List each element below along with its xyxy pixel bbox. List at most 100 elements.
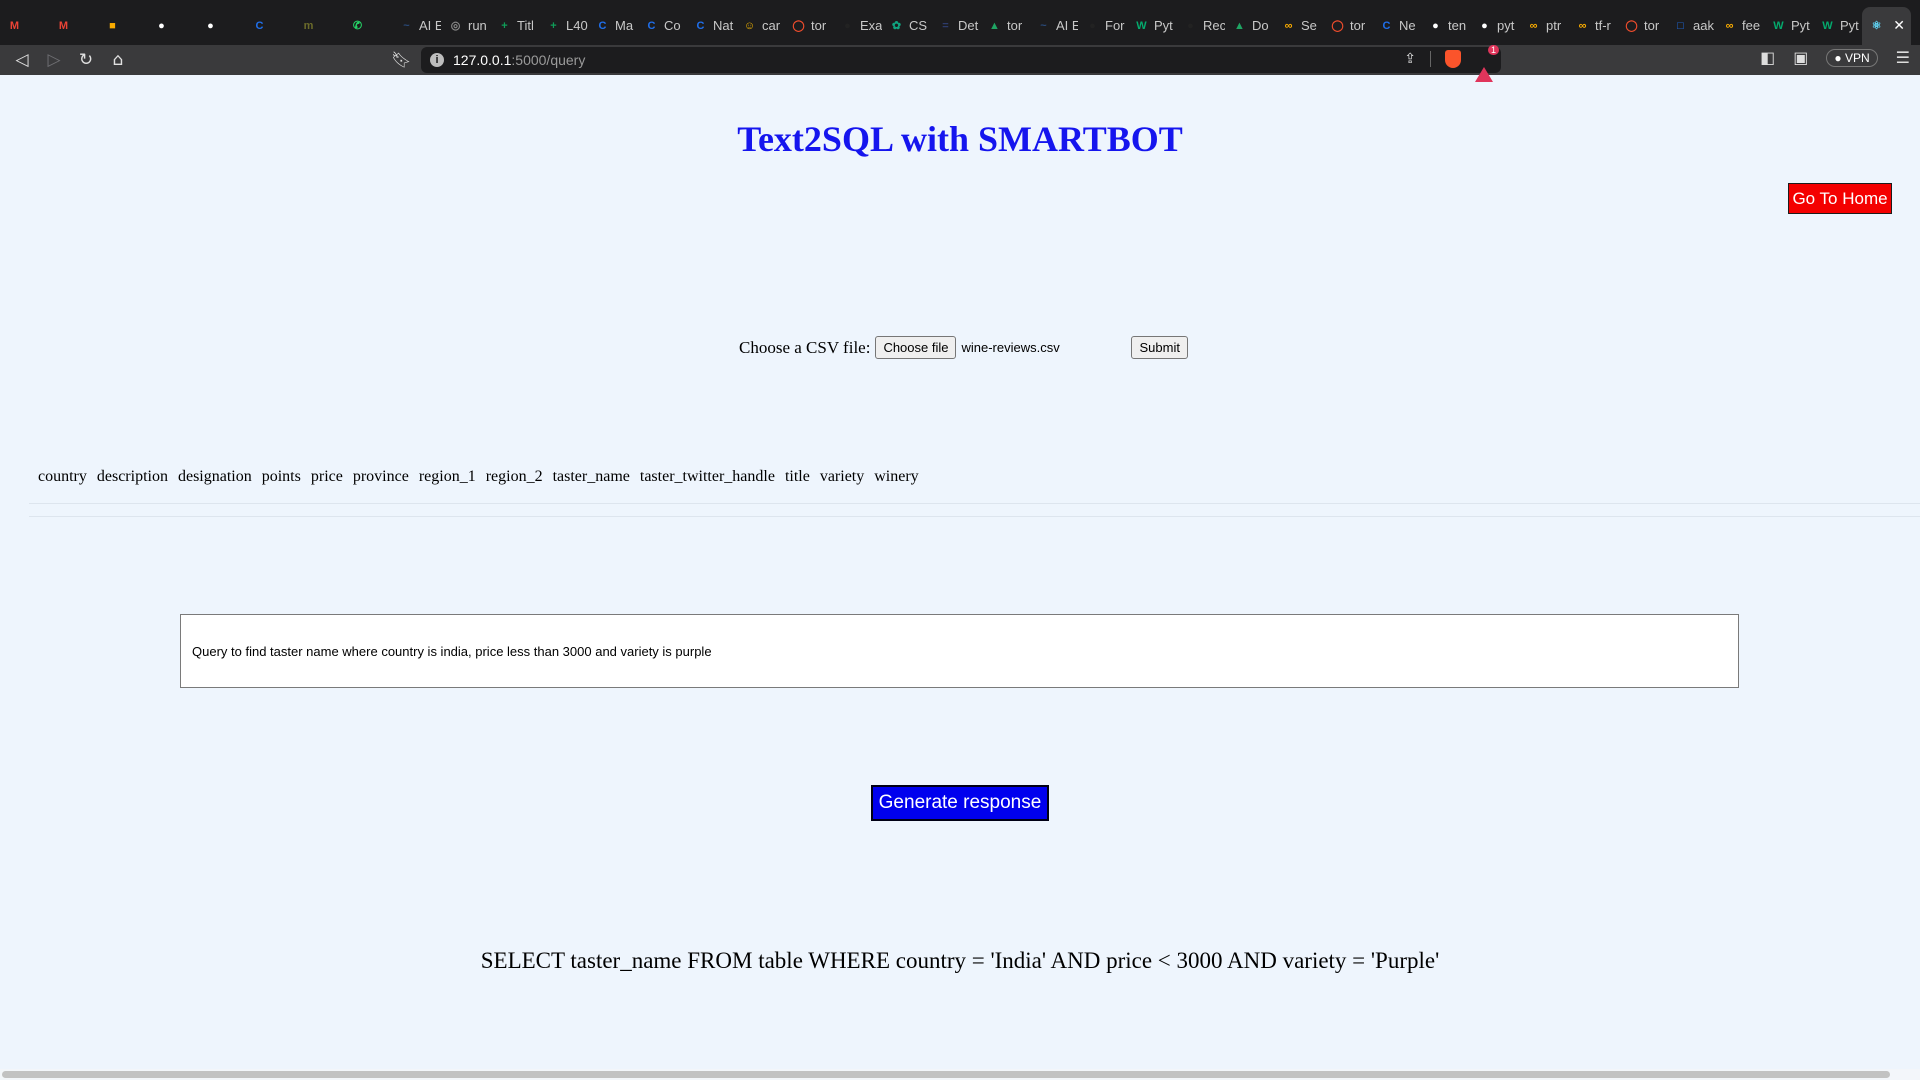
browser-tab[interactable]: ● xyxy=(196,7,245,45)
site-icon: ● xyxy=(1187,19,1194,32)
pytorch-icon: ◯ xyxy=(1625,20,1638,32)
whatsapp-icon: ✆ xyxy=(352,20,363,32)
rewards-badge: 1 xyxy=(1487,45,1499,55)
bookmark-icon[interactable]: 🔖︎ xyxy=(391,50,411,69)
new-tab-icon[interactable]: + xyxy=(1911,10,1920,38)
coursera-icon: C xyxy=(647,19,656,32)
site-info-icon[interactable]: i xyxy=(430,53,444,67)
choose-file-button[interactable]: Choose file xyxy=(875,336,957,359)
colab-icon: ∞ xyxy=(1578,19,1587,32)
browser-tab[interactable]: + L40 xyxy=(539,7,588,45)
browser-tab[interactable]: M xyxy=(49,7,98,45)
browser-tab[interactable]: = Det xyxy=(931,7,980,45)
browser-tab[interactable]: ▲ Do xyxy=(1225,7,1274,45)
notes-icon: ■ xyxy=(109,19,116,32)
browser-tab[interactable]: W Pyt xyxy=(1127,7,1176,45)
active-browser-tab[interactable]: ⚛ ✕ xyxy=(1862,6,1911,45)
browser-tab[interactable]: ~ AI E xyxy=(1029,7,1078,45)
home-icon[interactable]: ⌂ xyxy=(102,50,134,70)
browser-tab[interactable]: ✆ xyxy=(343,7,392,45)
column-list: country description designation points price… xyxy=(38,468,919,486)
column-name: points xyxy=(261,468,301,485)
sheets-icon: + xyxy=(501,19,508,32)
browser-tab[interactable]: ● For xyxy=(1078,7,1127,45)
sql-result: SELECT taster_name FROM table WHERE coun… xyxy=(480,948,1440,973)
browser-tab[interactable]: ● ten xyxy=(1421,7,1470,45)
browser-tab[interactable]: C Co xyxy=(637,7,686,45)
browser-tab[interactable]: C xyxy=(245,7,294,45)
forward-icon[interactable]: ▷ xyxy=(38,50,70,70)
horizontal-scrollbar[interactable] xyxy=(0,1069,1920,1080)
vpn-button[interactable]: ● VPN xyxy=(1826,48,1878,67)
browser-tab[interactable]: ∞ ptr xyxy=(1519,7,1568,45)
scrollbar-thumb[interactable] xyxy=(2,1071,1890,1078)
tab-title: run xyxy=(468,18,487,33)
go-home-button[interactable]: Go To Home xyxy=(1788,183,1892,214)
brave-rewards-icon[interactable]: 1 xyxy=(1475,45,1499,82)
site-icon: ● xyxy=(1089,19,1096,32)
browser-tab[interactable]: m xyxy=(294,7,343,45)
column-name: winery xyxy=(874,468,919,485)
browser-tab[interactable]: + Titl xyxy=(490,7,539,45)
browser-tab[interactable]: ● Exa xyxy=(833,7,882,45)
back-icon[interactable]: ◁ xyxy=(6,50,38,70)
site-icon: = xyxy=(942,19,949,32)
tab-title: Se xyxy=(1301,18,1317,33)
vpn-label: VPN xyxy=(1844,50,1870,65)
browser-tab[interactable]: ◎ run xyxy=(441,7,490,45)
github-icon: ● xyxy=(1432,19,1439,32)
browser-tab[interactable]: ~ AI E xyxy=(392,7,441,45)
tab-title: Pyt xyxy=(1840,18,1859,33)
browser-toolbar: ◁ ▷ ↻ ⌂ 🔖︎ i 127.0.0.1:5000/query ⇪ 1 ◧ … xyxy=(0,45,1920,82)
selected-file-name: wine-reviews.csv xyxy=(961,340,1060,355)
address-bar[interactable]: i 127.0.0.1:5000/query ⇪ 1 xyxy=(421,45,1501,82)
browser-tab[interactable]: ∞ tf-r xyxy=(1568,7,1617,45)
browser-tab[interactable]: ▲ tor xyxy=(980,7,1029,45)
brave-shields-icon[interactable] xyxy=(1445,50,1461,68)
browser-tab[interactable]: C Nat xyxy=(686,7,735,45)
browser-tab[interactable]: M xyxy=(0,7,49,45)
browser-tab[interactable]: □ aak xyxy=(1666,7,1715,45)
share-icon[interactable]: ⇪ xyxy=(1404,51,1416,67)
browser-tab[interactable]: ∞ fee xyxy=(1715,7,1764,45)
browser-tab[interactable]: W Pyt xyxy=(1764,7,1813,45)
site-icon: ~ xyxy=(403,19,410,32)
browser-tab[interactable]: ◯ tor xyxy=(1617,7,1666,45)
browser-tab[interactable]: ✿ CS xyxy=(882,7,931,45)
browser-tab[interactable]: ● pyt xyxy=(1470,7,1519,45)
sidebar-toggle-icon[interactable]: ◧ xyxy=(1760,48,1775,67)
tab-title: AI E xyxy=(419,18,441,33)
tab-title: Det xyxy=(958,18,979,33)
tab-title: ten xyxy=(1448,18,1467,33)
column-name: variety xyxy=(819,468,865,485)
divider xyxy=(29,503,1920,517)
browser-tab[interactable]: ◯ tor xyxy=(784,7,833,45)
colab-icon: ∞ xyxy=(1284,19,1293,32)
tab-title: For xyxy=(1105,18,1125,33)
csv-upload-form: Choose a CSV file: Choose file wine-revi… xyxy=(739,336,1188,359)
submit-button[interactable]: Submit xyxy=(1131,336,1188,359)
wallet-icon[interactable]: ▣ xyxy=(1793,48,1808,67)
page-title: Text2SQL with SMARTBOT xyxy=(737,119,1183,159)
generate-response-button[interactable]: Generate response xyxy=(871,785,1049,821)
drive-icon: ▲ xyxy=(989,19,1000,32)
browser-tab[interactable]: ● Rec xyxy=(1176,7,1225,45)
browser-tab[interactable]: ● xyxy=(147,7,196,45)
close-tab-icon[interactable]: ✕ xyxy=(1893,17,1905,34)
browser-tab[interactable]: C Ma xyxy=(588,7,637,45)
colab-icon: ∞ xyxy=(1529,19,1538,32)
menu-icon[interactable]: ☰ xyxy=(1896,48,1910,67)
reload-icon[interactable]: ↻ xyxy=(70,50,102,70)
browser-tab[interactable]: W Pyt xyxy=(1813,7,1862,45)
tab-title: Ne xyxy=(1399,18,1416,33)
url-host: 127.0.0.1 xyxy=(453,52,512,68)
browser-tab[interactable]: ∞ Se xyxy=(1274,7,1323,45)
browser-tab[interactable]: ◯ tor xyxy=(1323,7,1372,45)
query-input[interactable]: Query to find taster name where country … xyxy=(180,614,1739,688)
browser-tab[interactable]: C Ne xyxy=(1372,7,1421,45)
browser-tab[interactable]: ■ xyxy=(98,7,147,45)
tab-title: aak xyxy=(1693,18,1714,33)
mt-icon: m xyxy=(303,19,314,32)
browser-tab[interactable]: ☺ car xyxy=(735,7,784,45)
column-name: description xyxy=(96,468,168,485)
